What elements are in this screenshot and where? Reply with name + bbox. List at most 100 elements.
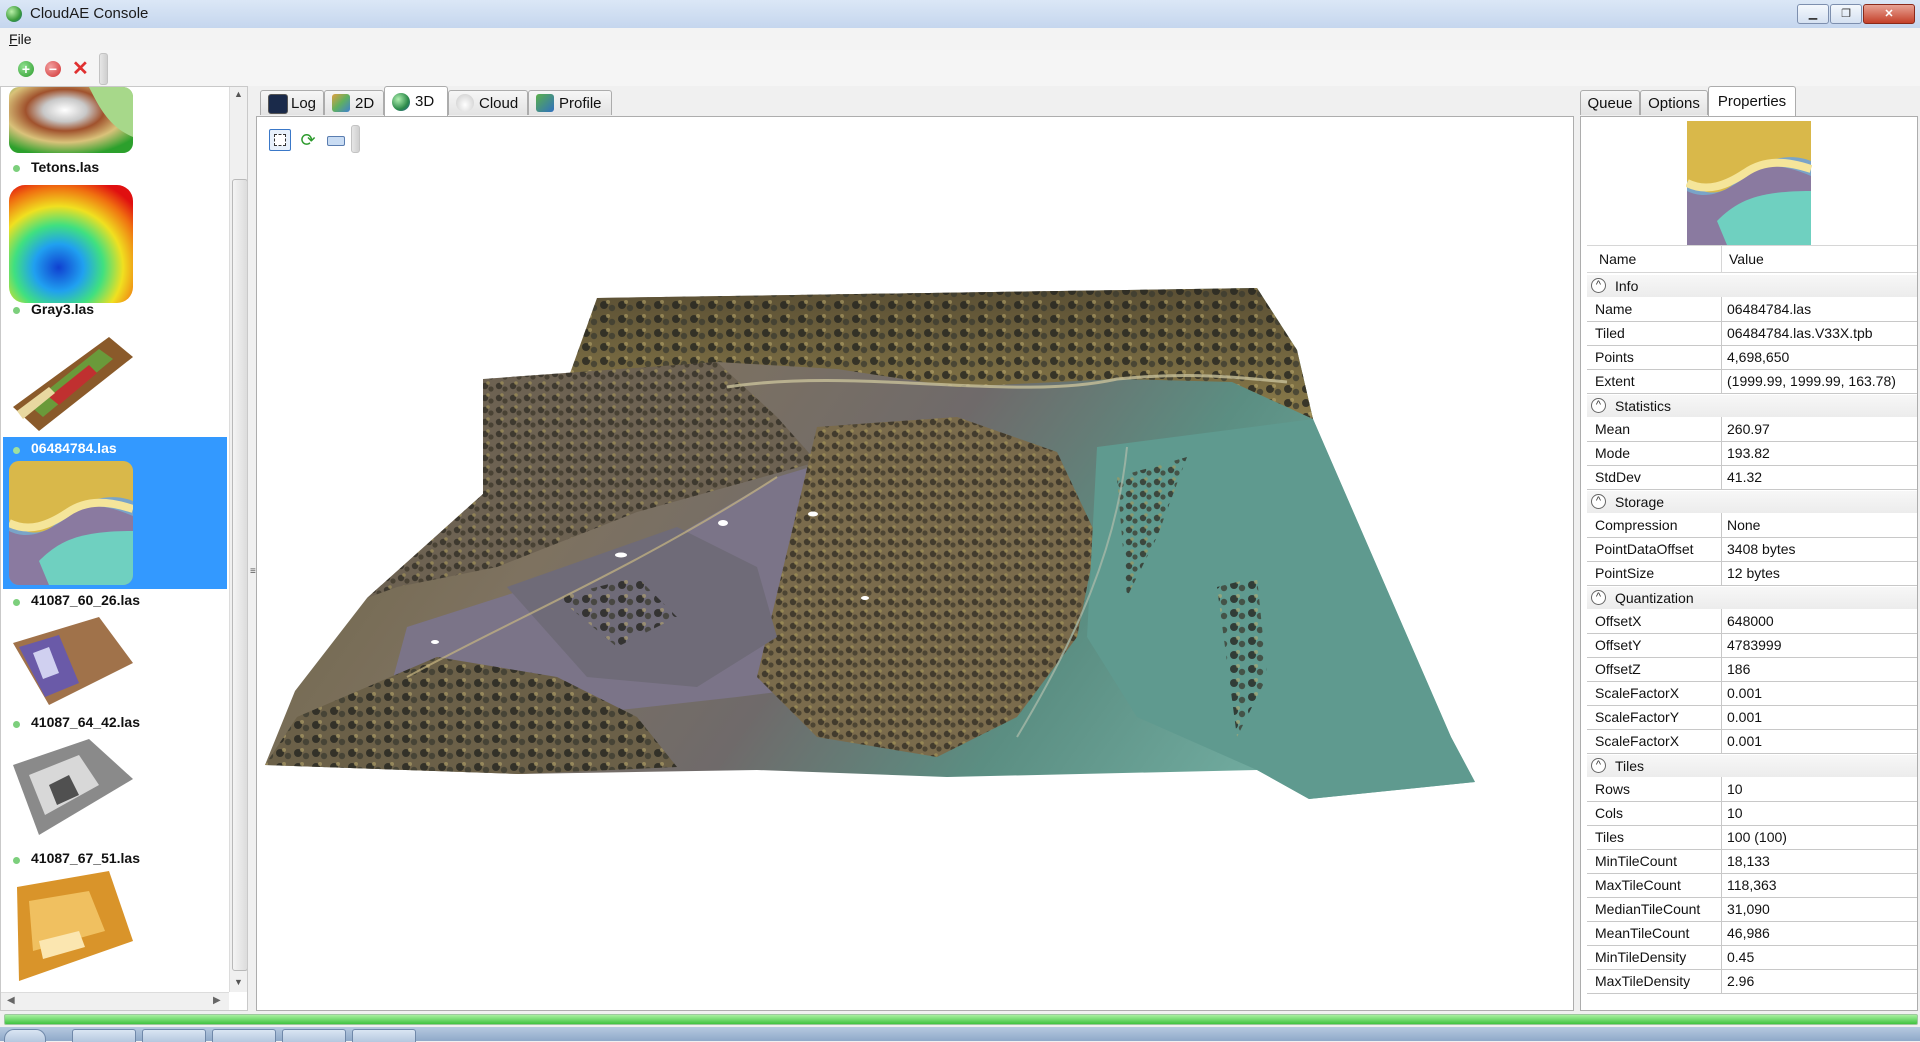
tab-properties[interactable]: Properties	[1708, 86, 1796, 116]
property-row[interactable]: Cols 10	[1587, 801, 1917, 826]
property-row[interactable]: StdDev 41.32	[1587, 465, 1917, 490]
property-row[interactable]: ScaleFactorY 0.001	[1587, 705, 1917, 730]
property-row[interactable]: OffsetZ 186	[1587, 657, 1917, 682]
property-row[interactable]: Rows 10	[1587, 777, 1917, 802]
scroll-right-icon[interactable]: ▶	[213, 995, 221, 1006]
property-group-label: Quantization	[1615, 590, 1694, 606]
property-value: 41.32	[1727, 469, 1763, 485]
scroll-thumb[interactable]	[232, 179, 247, 971]
property-row[interactable]: PointSize 12 bytes	[1587, 561, 1917, 586]
property-value: 4783999	[1727, 637, 1782, 653]
property-row[interactable]: MaxTileDensity 2.96	[1587, 969, 1917, 994]
property-group-statistics[interactable]: ^ Statistics	[1587, 395, 1917, 417]
property-row[interactable]: MaxTileCount 118,363	[1587, 873, 1917, 898]
file-item-41087-60-26[interactable]: 41087_60_26.las	[3, 589, 227, 709]
collapse-icon[interactable]: ^	[1591, 758, 1606, 773]
scroll-down-icon[interactable]: ▼	[234, 977, 243, 987]
toolbar-grip[interactable]	[99, 53, 108, 85]
taskbar-item[interactable]	[212, 1029, 276, 1042]
view-toolbar-grip[interactable]	[351, 125, 360, 153]
column-divider	[1721, 921, 1722, 945]
column-header-value[interactable]: Value	[1729, 251, 1764, 267]
file-item-strip[interactable]	[3, 323, 227, 435]
start-button[interactable]	[4, 1029, 46, 1042]
property-row[interactable]: ScaleFactorX 0.001	[1587, 681, 1917, 706]
taskbar-item[interactable]	[142, 1029, 206, 1042]
tab-cloud[interactable]: Cloud	[448, 90, 528, 115]
property-row[interactable]: MinTileCount 18,133	[1587, 849, 1917, 874]
add-icon[interactable]: +	[18, 61, 34, 77]
collapse-icon[interactable]: ^	[1591, 278, 1606, 293]
column-header-name[interactable]: Name	[1599, 251, 1636, 267]
property-name: Mean	[1595, 421, 1631, 437]
property-value: 18,133	[1727, 853, 1770, 869]
file-list-vertical-scrollbar[interactable]: ▲ ▼	[229, 87, 247, 992]
property-row[interactable]: Points 4,698,650	[1587, 345, 1917, 370]
column-divider	[1721, 297, 1722, 321]
keyboard-icon[interactable]	[325, 129, 347, 151]
file-label: 41087_67_51.las	[31, 850, 140, 866]
property-row[interactable]: Tiles 100 (100)	[1587, 825, 1917, 850]
property-name: PointSize	[1595, 565, 1655, 581]
property-row[interactable]: Mode 193.82	[1587, 441, 1917, 466]
file-item-gray3[interactable]: Gray3.las	[3, 179, 227, 317]
file-item-41087-64-42[interactable]: 41087_64_42.las	[3, 711, 227, 845]
collapse-icon[interactable]: ^	[1591, 398, 1606, 413]
column-divider	[1721, 465, 1722, 489]
remove-icon[interactable]: −	[45, 61, 61, 77]
property-value: 648000	[1727, 613, 1774, 629]
tab-profile[interactable]: Profile	[528, 90, 612, 115]
property-row[interactable]: ScaleFactorX 0.001	[1587, 729, 1917, 754]
3d-view-pane: ⟳	[256, 116, 1574, 1011]
tab-3d[interactable]: 3D	[384, 86, 448, 116]
property-group-tiles[interactable]: ^ Tiles	[1587, 755, 1917, 777]
scroll-up-icon[interactable]: ▲	[234, 89, 243, 99]
collapse-icon[interactable]: ^	[1591, 494, 1606, 509]
file-item-06484784[interactable]: 06484784.las	[3, 437, 227, 589]
refresh-icon[interactable]: ⟳	[297, 129, 319, 151]
property-name: MaxTileCount	[1595, 877, 1681, 893]
property-row[interactable]: Compression None	[1587, 513, 1917, 538]
tab-2d[interactable]: 2D	[324, 90, 384, 115]
property-value: 06484784.las.V33X.tpb	[1727, 325, 1873, 341]
property-row[interactable]: MedianTileCount 31,090	[1587, 897, 1917, 922]
property-group-storage[interactable]: ^ Storage	[1587, 491, 1917, 513]
delete-icon[interactable]: ✕	[72, 59, 89, 79]
taskbar-item[interactable]	[72, 1029, 136, 1042]
tab-options[interactable]: Options	[1640, 90, 1708, 115]
property-row[interactable]: Name 06484784.las	[1587, 297, 1917, 322]
property-row[interactable]: Extent (1999.99, 1999.99, 163.78)	[1587, 369, 1917, 394]
menu-file-label: ile	[17, 31, 32, 47]
minimize-button[interactable]: ▁	[1797, 4, 1829, 24]
maximize-button[interactable]: ❐	[1830, 4, 1862, 24]
file-item-tetons[interactable]: Tetons.las	[3, 87, 227, 179]
close-button[interactable]: ✕	[1863, 4, 1915, 24]
property-name: ScaleFactorX	[1595, 685, 1680, 701]
property-row[interactable]: OffsetY 4783999	[1587, 633, 1917, 658]
tab-log[interactable]: Log	[260, 90, 324, 115]
column-divider	[1721, 873, 1722, 897]
taskbar-item[interactable]	[352, 1029, 416, 1042]
property-name: MinTileCount	[1595, 853, 1677, 869]
property-row[interactable]: PointDataOffset 3408 bytes	[1587, 537, 1917, 562]
select-region-icon[interactable]	[269, 129, 291, 151]
taskbar-item[interactable]	[282, 1029, 346, 1042]
property-row[interactable]: Tiled 06484784.las.V33X.tpb	[1587, 321, 1917, 346]
column-divider	[1721, 633, 1722, 657]
terrain-3d-viewport[interactable]	[257, 117, 1573, 1010]
collapse-icon[interactable]: ^	[1591, 590, 1606, 605]
property-row[interactable]: MeanTileCount 46,986	[1587, 921, 1917, 946]
property-value: 260.97	[1727, 421, 1770, 437]
file-list-horizontal-scrollbar[interactable]: ◀ ▶	[1, 992, 229, 1010]
tab-queue[interactable]: Queue	[1580, 90, 1640, 115]
menu-file[interactable]: File	[9, 31, 32, 47]
property-row[interactable]: OffsetX 648000	[1587, 609, 1917, 634]
property-row[interactable]: MinTileDensity 0.45	[1587, 945, 1917, 970]
property-group-quantization[interactable]: ^ Quantization	[1587, 587, 1917, 609]
property-group-info[interactable]: ^ Info	[1587, 275, 1917, 297]
property-row[interactable]: Mean 260.97	[1587, 417, 1917, 442]
scroll-left-icon[interactable]: ◀	[7, 995, 15, 1006]
file-item-41087-67-51[interactable]: 41087_67_51.las	[3, 845, 227, 985]
41087-60-26-thumbnail	[13, 617, 133, 705]
taskbar	[0, 1027, 1920, 1042]
